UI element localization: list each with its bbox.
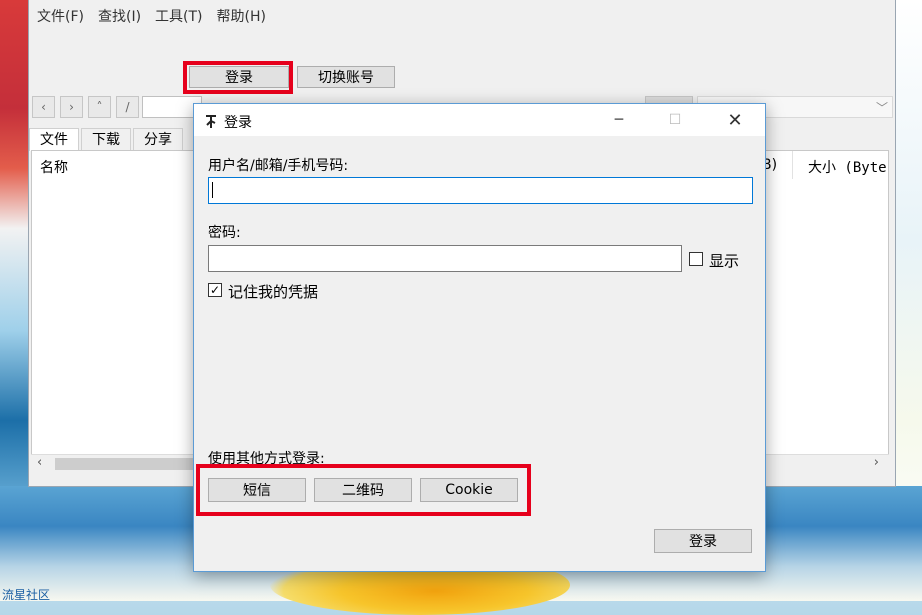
switch-account-button[interactable]: 切换账号	[297, 66, 395, 88]
close-button[interactable]: ✕	[712, 108, 758, 132]
close-icon: ✕	[727, 109, 743, 131]
watermark-text: 流星社区	[2, 588, 51, 602]
text-caret	[212, 182, 213, 198]
chevron-down-icon: ﹀	[875, 101, 888, 115]
highlight-other-methods	[196, 464, 531, 516]
menu-bar: 文件(F) 查找(I) 工具(T) 帮助(H)	[37, 6, 266, 28]
chevron-up-icon: ˄	[96, 100, 103, 114]
password-label: 密码:	[208, 225, 241, 241]
show-password-label[interactable]: 显示	[709, 250, 739, 271]
remember-me-checkbox[interactable]: ✓	[208, 283, 222, 297]
column-name-header[interactable]: 名称	[40, 157, 68, 177]
back-button[interactable]: ‹	[32, 96, 55, 118]
dialog-login-button[interactable]: 登录	[654, 529, 752, 553]
username-label: 用户名/邮箱/手机号码:	[208, 158, 349, 174]
column-divider	[792, 151, 793, 179]
minimize-icon: ─	[614, 112, 624, 128]
scroll-left-icon[interactable]: ‹	[37, 455, 42, 470]
tab-files[interactable]: 文件	[29, 128, 79, 151]
up-button[interactable]: ˄	[88, 96, 111, 118]
root-button[interactable]: /	[116, 96, 139, 118]
root-path-icon: /	[125, 100, 130, 114]
remember-me-label[interactable]: 记住我的凭据	[228, 281, 318, 302]
dialog-title: 登录	[224, 115, 252, 131]
maximize-icon: ☐	[668, 112, 682, 128]
tab-bar: 文件 下载 分享	[29, 128, 185, 151]
password-field[interactable]	[208, 245, 682, 272]
checkmark-icon: ✓	[209, 283, 221, 297]
scroll-thumb[interactable]	[55, 458, 195, 470]
minimize-button[interactable]: ─	[596, 108, 642, 132]
app-icon	[202, 112, 220, 130]
dialog-titlebar: 登录 ─ ☐ ✕	[194, 104, 765, 136]
scroll-right-icon[interactable]: ›	[874, 455, 879, 470]
highlight-login-button	[183, 61, 293, 94]
chevron-left-icon: ‹	[41, 100, 46, 114]
chevron-right-icon: ›	[69, 100, 74, 114]
menu-find[interactable]: 查找(I)	[98, 6, 141, 28]
maximize-button[interactable]: ☐	[652, 108, 698, 132]
menu-help[interactable]: 帮助(H)	[217, 6, 266, 28]
tab-share[interactable]: 分享	[133, 128, 183, 151]
username-field[interactable]	[208, 177, 753, 204]
menu-tools[interactable]: 工具(T)	[155, 6, 202, 28]
menu-file[interactable]: 文件(F)	[37, 6, 84, 28]
show-password-checkbox[interactable]	[689, 252, 703, 266]
forward-button[interactable]: ›	[60, 96, 83, 118]
tab-downloads[interactable]: 下载	[81, 128, 131, 151]
column-size-header[interactable]: 大小 (Byte	[808, 157, 887, 177]
